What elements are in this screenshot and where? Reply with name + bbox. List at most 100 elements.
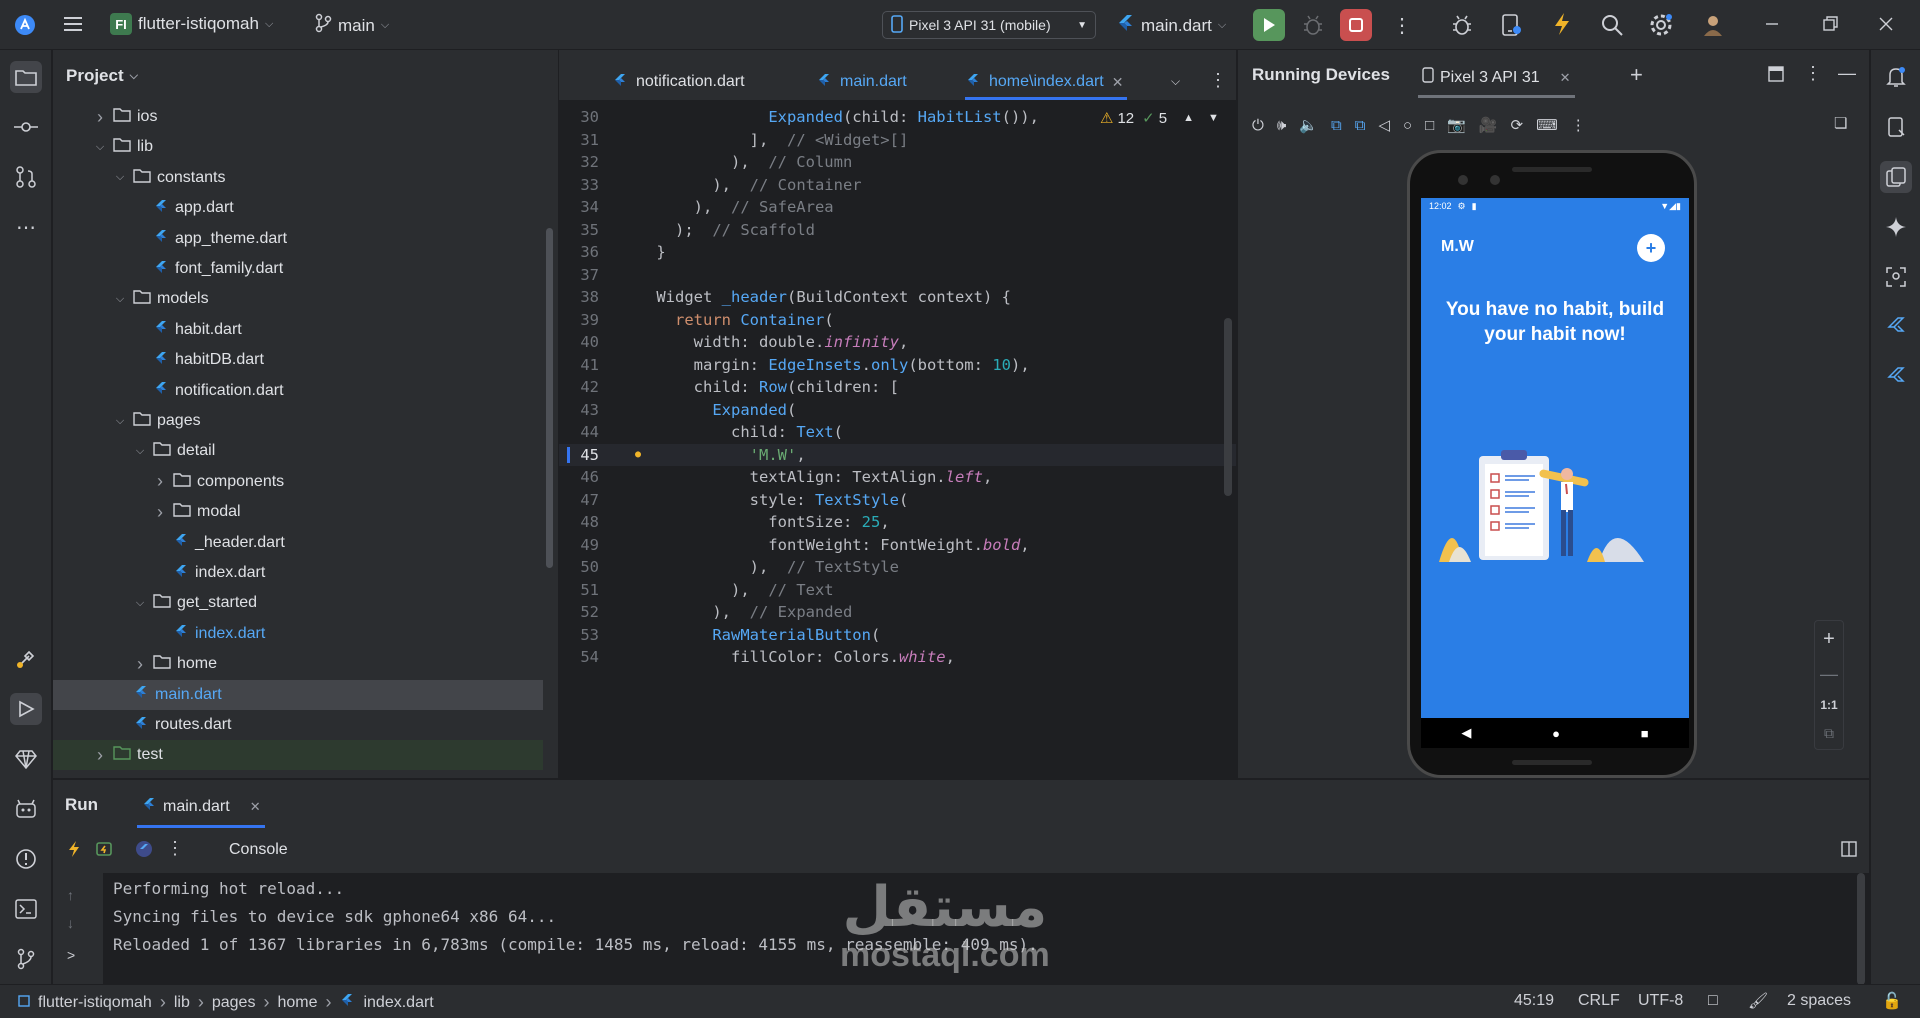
overview-icon[interactable]: □ bbox=[1425, 117, 1434, 134]
hot-reload-icon[interactable] bbox=[67, 840, 81, 861]
tree-scrollbar[interactable] bbox=[546, 228, 553, 568]
layout-inspector-icon[interactable] bbox=[1880, 261, 1912, 293]
code-line[interactable]: 53 RawMaterialButton( bbox=[559, 624, 1236, 647]
prompt-chevron-icon[interactable]: > bbox=[67, 947, 75, 963]
running-devices-icon[interactable] bbox=[1880, 161, 1912, 193]
tree-folder[interactable]: ⌵ get_started bbox=[53, 588, 543, 618]
breadcrumb-item[interactable]: home bbox=[277, 994, 317, 1012]
tree-folder[interactable]: ⌵ detail bbox=[53, 436, 543, 466]
code-area[interactable]: 30 Expanded(child: HabitList()), 31 ], //… bbox=[559, 100, 1236, 778]
code-line[interactable]: 41 margin: EdgeInsets.only(bottom: 10), bbox=[559, 354, 1236, 377]
chevron-right-icon[interactable]: › bbox=[153, 502, 167, 523]
tree-folder[interactable]: ⌵ lib bbox=[53, 132, 543, 162]
bug-icon[interactable] bbox=[1450, 13, 1474, 37]
console-scrollbar[interactable] bbox=[1857, 873, 1865, 985]
problems-icon[interactable] bbox=[10, 843, 42, 875]
indent-setting[interactable]: 2 spaces bbox=[1787, 992, 1851, 1010]
add-device-icon[interactable]: + bbox=[1630, 62, 1643, 88]
tree-file[interactable]: app_theme.dart bbox=[53, 224, 543, 254]
comment-icon[interactable]: □ bbox=[1708, 992, 1718, 1010]
run-config-selector[interactable]: main.dart ⌵ bbox=[1115, 13, 1226, 38]
chevron-down-icon[interactable]: ⌵ bbox=[133, 445, 147, 458]
code-line[interactable]: 52 ), // Expanded bbox=[559, 601, 1236, 624]
tree-folder[interactable]: › ios bbox=[53, 102, 543, 132]
add-habit-button[interactable]: + bbox=[1637, 234, 1665, 262]
rotate-left-icon[interactable]: ⧉ bbox=[1331, 117, 1342, 134]
breadcrumb-item[interactable]: index.dart bbox=[363, 994, 433, 1012]
back-icon[interactable]: ◁ bbox=[1378, 116, 1390, 134]
chevron-right-icon[interactable]: › bbox=[153, 471, 167, 492]
tree-file[interactable]: index.dart bbox=[53, 619, 543, 649]
close-tab-icon[interactable]: ✕ bbox=[1560, 70, 1571, 86]
hot-restart-icon[interactable] bbox=[95, 840, 115, 861]
code-line[interactable]: 35 ); // Scaffold bbox=[559, 219, 1236, 242]
commit-icon[interactable] bbox=[10, 111, 42, 143]
code-line[interactable]: 32 ), // Column bbox=[559, 151, 1236, 174]
tree-folder[interactable]: › home bbox=[53, 649, 543, 679]
hide-panel-icon[interactable]: — bbox=[1838, 63, 1856, 84]
main-menu-icon[interactable] bbox=[62, 14, 84, 34]
more-vertical-icon[interactable]: ⋮ bbox=[1804, 63, 1822, 84]
console-tab[interactable]: Console bbox=[229, 841, 288, 859]
zoom-actual-size[interactable]: 1:1 bbox=[1820, 698, 1837, 712]
tree-file[interactable]: habit.dart bbox=[53, 315, 543, 345]
breadcrumb-item[interactable]: lib bbox=[174, 994, 190, 1012]
tree-folder[interactable]: › components bbox=[53, 467, 543, 497]
tree-file[interactable]: _header.dart bbox=[53, 528, 543, 558]
device-mirror-settings-icon[interactable]: ❏ bbox=[1834, 114, 1847, 132]
tree-file[interactable]: app.dart bbox=[53, 193, 543, 223]
nav-home-icon[interactable]: ● bbox=[1552, 726, 1560, 741]
screen-record-icon[interactable]: 🎥 bbox=[1479, 116, 1498, 134]
tree-file[interactable]: index.dart bbox=[53, 558, 543, 588]
code-line[interactable]: 46 textAlign: TextAlign.left, bbox=[559, 466, 1236, 489]
pull-requests-icon[interactable] bbox=[10, 161, 42, 193]
chevron-down-icon[interactable]: ▼ bbox=[1208, 112, 1219, 124]
layout-icon[interactable] bbox=[1768, 66, 1784, 85]
tree-file[interactable]: font_family.dart bbox=[53, 254, 543, 284]
tree-folder[interactable]: › modal bbox=[53, 497, 543, 527]
extended-controls-icon[interactable]: ⌨ bbox=[1536, 116, 1558, 134]
device-selector[interactable]: Pixel 3 API 31 (mobile) ▼ bbox=[882, 11, 1096, 39]
version-control-icon[interactable] bbox=[10, 943, 42, 975]
close-tab-icon[interactable]: ✕ bbox=[1112, 74, 1124, 91]
nav-back-icon[interactable]: ◀ bbox=[1461, 725, 1471, 741]
zoom-in-icon[interactable]: + bbox=[1823, 628, 1835, 651]
notifications-icon[interactable] bbox=[1880, 61, 1912, 93]
volume-up-icon[interactable]: 🕪 bbox=[1277, 117, 1286, 134]
chevron-down-icon[interactable]: ⌵ bbox=[133, 597, 147, 610]
breadcrumb-item[interactable]: pages bbox=[212, 994, 256, 1012]
device-manager-icon[interactable] bbox=[1500, 13, 1522, 37]
lock-icon[interactable]: 🔓 bbox=[1882, 991, 1902, 1011]
chevron-down-icon[interactable]: ⌵ bbox=[93, 141, 107, 154]
code-line[interactable]: 37 bbox=[559, 264, 1236, 287]
more-vertical-icon[interactable]: ⋮ bbox=[166, 838, 184, 859]
stop-button[interactable] bbox=[1340, 9, 1372, 41]
branch-selector[interactable]: main ⌵ bbox=[314, 13, 389, 38]
run-tool-icon[interactable] bbox=[10, 693, 42, 725]
restore-icon[interactable] bbox=[1820, 14, 1840, 34]
tree-file[interactable]: notification.dart bbox=[53, 376, 543, 406]
project-folder-icon[interactable] bbox=[10, 61, 42, 93]
code-line[interactable]: 33 ), // Container bbox=[559, 174, 1236, 197]
tab-main-dart[interactable]: main.dart bbox=[816, 64, 907, 100]
logcat-icon[interactable] bbox=[10, 793, 42, 825]
code-line[interactable]: 39 return Container( bbox=[559, 309, 1236, 332]
run-config-tab[interactable]: main.dart ✕ bbox=[137, 788, 265, 828]
settings-gear-icon[interactable] bbox=[1648, 12, 1674, 38]
chevron-right-icon[interactable]: › bbox=[133, 654, 147, 675]
tree-file[interactable]: habitDB.dart bbox=[53, 345, 543, 375]
file-encoding[interactable]: UTF-8 bbox=[1638, 992, 1683, 1010]
code-line[interactable]: 43 Expanded( bbox=[559, 399, 1236, 422]
code-line[interactable]: 34 ), // SafeArea bbox=[559, 196, 1236, 219]
tab-home-index-dart[interactable]: home\index.dart ✕ bbox=[965, 64, 1128, 100]
user-avatar-icon[interactable] bbox=[1700, 12, 1726, 38]
code-line[interactable]: 50 ), // TextStyle bbox=[559, 556, 1236, 579]
chevron-down-icon[interactable]: ⌵ bbox=[113, 293, 127, 306]
tree-file[interactable]: routes.dart bbox=[53, 710, 543, 740]
code-line[interactable]: 48 fontSize: 25, bbox=[559, 511, 1236, 534]
device-manager-icon[interactable] bbox=[1880, 111, 1912, 143]
scroll-up-icon[interactable]: ↑ bbox=[67, 887, 74, 903]
chevron-right-icon[interactable]: › bbox=[93, 107, 107, 128]
chevron-down-icon[interactable]: ⌵ bbox=[113, 415, 127, 428]
tree-folder[interactable]: ⌵ constants bbox=[53, 163, 543, 193]
